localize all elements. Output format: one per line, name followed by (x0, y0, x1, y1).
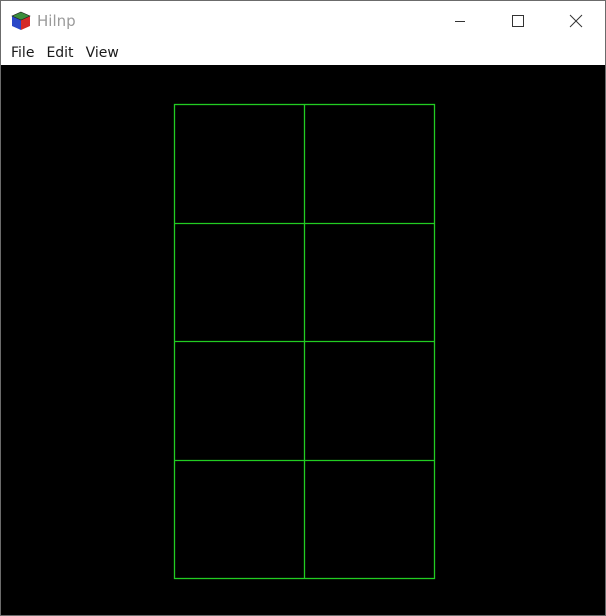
grid-drawing (173, 103, 436, 580)
maximize-button[interactable] (489, 1, 547, 41)
application-window: Hilnp File Edit View (0, 0, 606, 616)
menu-view[interactable]: View (80, 43, 125, 63)
drawing-canvas[interactable] (1, 65, 605, 615)
minimize-button[interactable] (431, 1, 489, 41)
cube-icon (11, 11, 31, 30)
menu-bar: File Edit View (1, 41, 605, 65)
close-icon (569, 14, 583, 28)
window-title: Hilnp (37, 12, 76, 30)
maximize-icon (512, 15, 524, 27)
title-bar[interactable]: Hilnp (1, 1, 605, 41)
menu-file[interactable]: File (5, 43, 40, 63)
menu-edit[interactable]: Edit (40, 43, 79, 63)
minimize-icon (455, 21, 465, 22)
close-button[interactable] (547, 1, 605, 41)
